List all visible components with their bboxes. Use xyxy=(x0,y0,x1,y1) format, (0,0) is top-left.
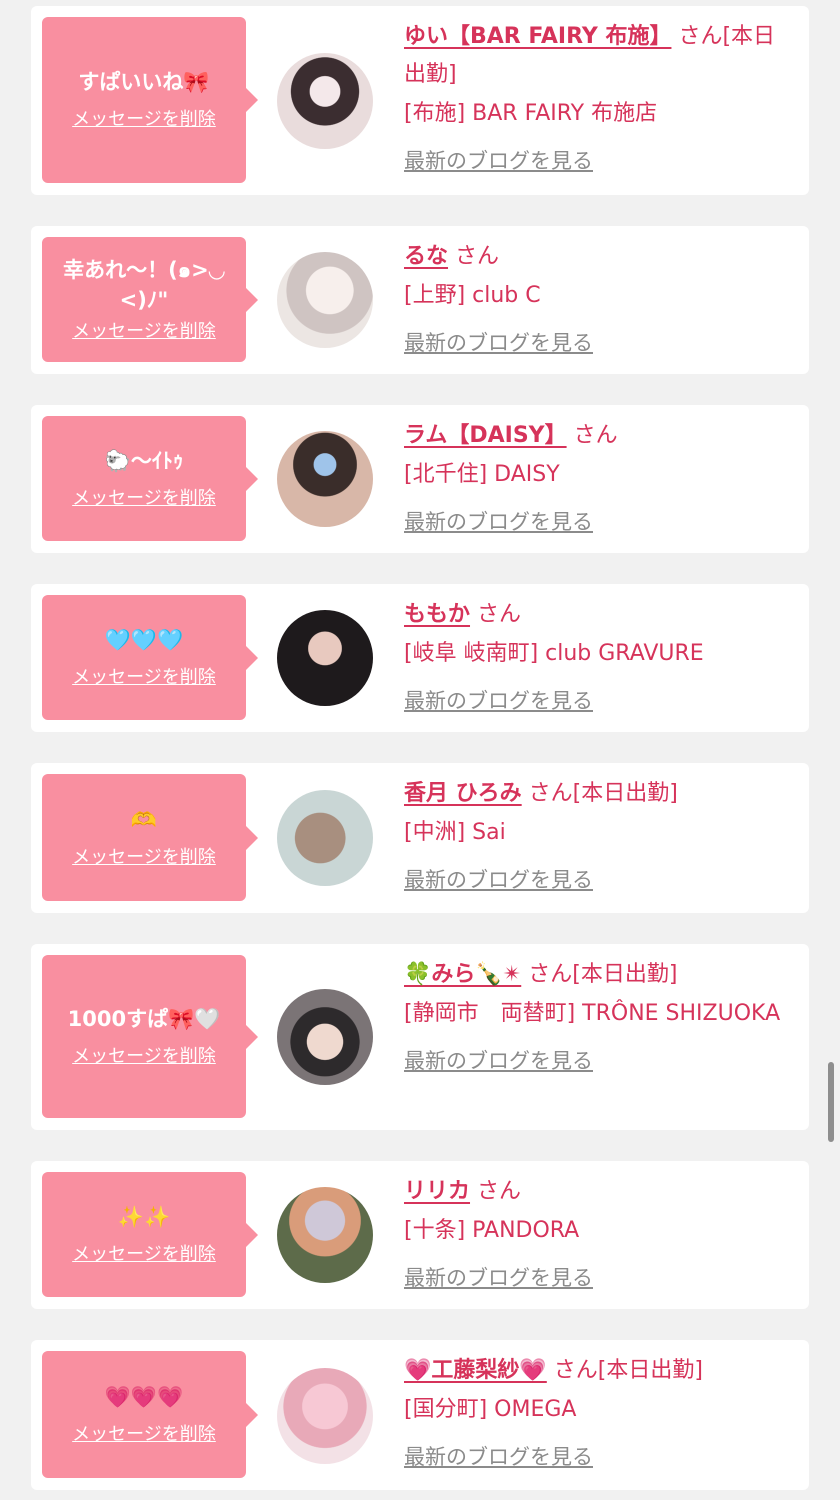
cast-suffix: さん xyxy=(573,423,618,448)
shop-name: [布施] BAR FAIRY 布施店 xyxy=(404,101,658,126)
message-text: 🩵🩵🩵 xyxy=(104,627,184,652)
cast-info: 香月 ひろみ さん[本日出勤] [中洲] Sai 最新のブログを見る xyxy=(404,775,795,895)
delete-message-link[interactable]: メッセージを削除 xyxy=(72,319,216,345)
latest-blog-link[interactable]: 最新のブログを見る xyxy=(404,1442,593,1472)
list-item: ✨✨ メッセージを削除 リリカ さん [十条] PANDORA 最新のブログを見… xyxy=(31,1161,809,1309)
delete-message-link[interactable]: メッセージを削除 xyxy=(72,1242,216,1268)
cast-suffix: さん xyxy=(455,244,500,269)
message-text: すぱいいね🎀 xyxy=(78,70,210,94)
cast-info: ゆい【BAR FAIRY 布施】 さん[本日出勤] [布施] BAR FAIRY… xyxy=(404,18,795,176)
cast-info: 🍀みら🍾✴ さん[本日出勤] [静岡市 両替町] TRÔNE SHIZUOKA … xyxy=(404,956,795,1076)
cast-info: リリカ さん [十条] PANDORA 最新のブログを見る xyxy=(404,1173,795,1293)
cast-info: るな さん [上野] club C 最新のブログを見る xyxy=(404,238,795,358)
message-text: 💗💗💗 xyxy=(104,1384,184,1409)
latest-blog-link[interactable]: 最新のブログを見る xyxy=(404,1263,593,1293)
avatar[interactable] xyxy=(277,790,373,886)
delete-message-link[interactable]: メッセージを削除 xyxy=(72,1044,216,1070)
latest-blog-link[interactable]: 最新のブログを見る xyxy=(404,146,593,176)
cast-suffix: さん xyxy=(477,602,522,627)
shop-name: [岐阜 岐南町] club GRAVURE xyxy=(404,641,704,666)
list-item: 🩵🩵🩵 メッセージを削除 ももか さん [岐阜 岐南町] club GRAVUR… xyxy=(31,584,809,732)
message-text: 🫶 xyxy=(130,807,158,832)
shop-name: [十条] PANDORA xyxy=(404,1218,580,1243)
cast-name-link[interactable]: 🍀みら🍾✴ xyxy=(404,962,521,987)
message-bubble: 🐑〜ｲﾄｩ メッセージを削除 xyxy=(42,416,258,541)
cast-suffix: さん[本日出勤] xyxy=(528,962,678,987)
shop-name: [上野] club C xyxy=(404,283,541,308)
cast-suffix: さん[本日出勤] xyxy=(528,781,678,806)
message-bubble: 💗💗💗 メッセージを削除 xyxy=(42,1351,258,1478)
list-item: 💗💗💗 メッセージを削除 💗工藤梨紗💗 さん[本日出勤] [国分町] OMEGA… xyxy=(31,1340,809,1490)
latest-blog-link[interactable]: 最新のブログを見る xyxy=(404,686,593,716)
list-item: 幸あれ〜！(๑>◡<)ﾉ" メッセージを削除 るな さん [上野] club C… xyxy=(31,226,809,374)
message-bubble: ✨✨ メッセージを削除 xyxy=(42,1172,258,1297)
message-text: 🐑〜ｲﾄｩ xyxy=(104,448,184,473)
message-bubble: 1000すぱ🎀🤍 メッセージを削除 xyxy=(42,955,258,1118)
delete-message-link[interactable]: メッセージを削除 xyxy=(72,845,216,871)
cast-name-link[interactable]: 💗工藤梨紗💗 xyxy=(404,1358,547,1383)
cast-name-link[interactable]: リリカ xyxy=(404,1179,470,1204)
shop-name: [北千住] DAISY xyxy=(404,462,560,487)
latest-blog-link[interactable]: 最新のブログを見る xyxy=(404,1046,593,1076)
list-item: 1000すぱ🎀🤍 メッセージを削除 🍀みら🍾✴ さん[本日出勤] [静岡市 両替… xyxy=(31,944,809,1130)
shop-name: [静岡市 両替町] TRÔNE SHIZUOKA xyxy=(404,1001,781,1026)
cast-suffix: さん[本日出勤] xyxy=(553,1358,703,1383)
latest-blog-link[interactable]: 最新のブログを見る xyxy=(404,507,593,537)
message-text: 1000すぱ🎀🤍 xyxy=(67,1006,221,1031)
avatar[interactable] xyxy=(277,53,373,149)
message-bubble: 幸あれ〜！(๑>◡<)ﾉ" メッセージを削除 xyxy=(42,237,258,362)
avatar[interactable] xyxy=(277,1368,373,1464)
delete-message-link[interactable]: メッセージを削除 xyxy=(72,107,216,133)
scrollbar[interactable] xyxy=(828,1062,834,1142)
avatar[interactable] xyxy=(277,989,373,1085)
message-bubble: すぱいいね🎀 メッセージを削除 xyxy=(42,17,258,183)
cast-info: ももか さん [岐阜 岐南町] club GRAVURE 最新のブログを見る xyxy=(404,596,795,716)
cast-info: ラム【DAISY】 さん [北千住] DAISY 最新のブログを見る xyxy=(404,417,795,537)
message-bubble: 🩵🩵🩵 メッセージを削除 xyxy=(42,595,258,720)
cast-name-link[interactable]: ももか xyxy=(404,602,470,627)
cast-name-link[interactable]: 香月 ひろみ xyxy=(404,781,522,806)
delete-message-link[interactable]: メッセージを削除 xyxy=(72,486,216,512)
latest-blog-link[interactable]: 最新のブログを見る xyxy=(404,865,593,895)
list-item: 🫶 メッセージを削除 香月 ひろみ さん[本日出勤] [中洲] Sai 最新のブ… xyxy=(31,763,809,913)
cast-name-link[interactable]: ゆい【BAR FAIRY 布施】 xyxy=(404,24,671,49)
message-text: 幸あれ〜！(๑>◡<)ﾉ" xyxy=(63,257,225,312)
shop-name: [国分町] OMEGA xyxy=(404,1397,577,1422)
cast-suffix: さん xyxy=(477,1179,522,1204)
avatar[interactable] xyxy=(277,610,373,706)
cast-name-link[interactable]: るな xyxy=(404,244,448,269)
latest-blog-link[interactable]: 最新のブログを見る xyxy=(404,328,593,358)
avatar[interactable] xyxy=(277,252,373,348)
list-item: すぱいいね🎀 メッセージを削除 ゆい【BAR FAIRY 布施】 さん[本日出勤… xyxy=(31,6,809,195)
delete-message-link[interactable]: メッセージを削除 xyxy=(72,1422,216,1448)
message-bubble: 🫶 メッセージを削除 xyxy=(42,774,258,901)
shop-name: [中洲] Sai xyxy=(404,820,506,845)
delete-message-link[interactable]: メッセージを削除 xyxy=(72,665,216,691)
cast-name-link[interactable]: ラム【DAISY】 xyxy=(404,423,567,448)
avatar[interactable] xyxy=(277,431,373,527)
cast-info: 💗工藤梨紗💗 さん[本日出勤] [国分町] OMEGA 最新のブログを見る xyxy=(404,1352,795,1472)
list-item: 🐑〜ｲﾄｩ メッセージを削除 ラム【DAISY】 さん [北千住] DAISY … xyxy=(31,405,809,553)
message-text: ✨✨ xyxy=(117,1204,171,1229)
avatar[interactable] xyxy=(277,1187,373,1283)
